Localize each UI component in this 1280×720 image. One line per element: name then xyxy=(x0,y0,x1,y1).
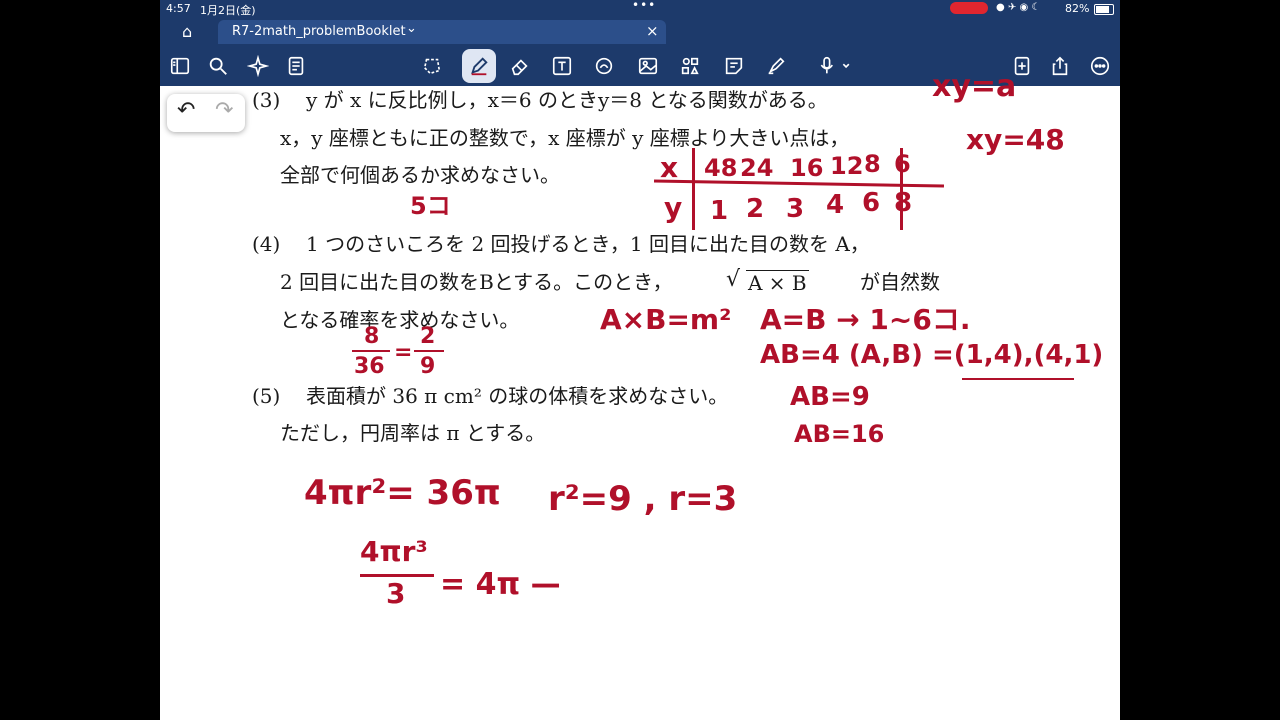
ipad-screen: 4:57 1月2日(金) ••• ● ✈ ◉ ☾ 82% ⌂ R7-2math_… xyxy=(160,0,1120,720)
redo-icon[interactable]: ↷ xyxy=(215,98,233,123)
table-y-value: 3 xyxy=(786,194,805,224)
table-vertical-line xyxy=(692,148,695,230)
problem4-line2a: 2 回目に出た目の数をBとする。このとき， xyxy=(280,270,673,294)
fraction-right-denominator: 9 xyxy=(420,354,436,379)
undo-icon[interactable]: ↶ xyxy=(177,98,195,123)
status-time: 4:57 xyxy=(166,2,191,15)
table-y-value: 4 xyxy=(826,190,845,220)
problem5-line2: ただし，円周率は π とする。 xyxy=(280,421,546,445)
search-icon[interactable] xyxy=(204,52,232,80)
tab-chevron-icon[interactable]: ⌄ xyxy=(406,21,417,36)
answer3: 5コ xyxy=(410,192,451,220)
more-icon[interactable] xyxy=(1086,52,1114,80)
problem4-line3: となる確率を求めなさい。 xyxy=(280,308,520,332)
document-tab-title: R7-2math_problemBooklet xyxy=(232,24,406,39)
table-x-value: 16 xyxy=(790,154,824,182)
multitask-dots-icon[interactable]: ••• xyxy=(632,0,656,12)
tab-close-icon[interactable]: × xyxy=(646,22,659,40)
status-date: 1月2日(金) xyxy=(200,4,256,17)
fraction-right-numerator: 2 xyxy=(420,324,436,349)
tab-bar: ⌂ R7-2math_problemBooklet ⌄ × xyxy=(160,18,1120,46)
elements-icon[interactable] xyxy=(676,52,704,80)
home-icon[interactable]: ⌂ xyxy=(182,22,192,41)
pen-icon[interactable] xyxy=(462,49,496,83)
volume-denominator: 3 xyxy=(386,577,406,610)
shapes-icon[interactable] xyxy=(590,52,618,80)
sticky-note-icon[interactable] xyxy=(720,52,748,80)
table-x-value: 12 xyxy=(830,152,864,180)
note-a-eq-b: A=B → 1~6コ. xyxy=(760,303,971,336)
screen-record-icon[interactable] xyxy=(950,2,988,14)
audio-icon[interactable] xyxy=(814,52,858,80)
document-icon[interactable] xyxy=(282,52,310,80)
problem3-line1: y が x に反比例し，x＝6 のときy＝8 となる関数がある。 xyxy=(306,88,828,112)
highlighter-icon[interactable] xyxy=(762,52,790,80)
document-tab[interactable]: R7-2math_problemBooklet ⌄ × xyxy=(218,20,666,44)
sparkle-icon[interactable] xyxy=(244,52,272,80)
table-y-value: 6 xyxy=(862,188,881,218)
note-ab4: AB=4 (A,B) =(1,4),(4,1) xyxy=(760,340,1104,370)
sqrt-symbol: √ xyxy=(726,267,741,292)
table-x-value: 24 xyxy=(740,154,774,182)
fraction-left-denominator: 36 xyxy=(354,354,385,379)
problem4-sqrt-content: A × B xyxy=(746,270,809,295)
fraction-left-bar xyxy=(352,350,390,352)
status-bar: 4:57 1月2日(金) ••• ● ✈ ◉ ☾ 82% xyxy=(160,0,1120,18)
undo-redo-panel: ↶ ↷ xyxy=(167,94,245,132)
note-ab16: AB=16 xyxy=(794,420,885,448)
lasso-icon[interactable] xyxy=(418,52,446,80)
problem4-line1: 1 つのさいころを 2 回投げるとき，1 回目に出た目の数を A， xyxy=(306,232,870,256)
underline-stroke xyxy=(962,378,1074,380)
problem5-number: (5) xyxy=(252,384,281,408)
text-icon[interactable] xyxy=(548,52,576,80)
battery-percent: 82% xyxy=(1065,2,1090,15)
sidebar-icon[interactable] xyxy=(166,52,194,80)
problem4-number: (4) xyxy=(252,232,281,256)
problem3-number: (3) xyxy=(252,88,281,112)
table-x-label: x xyxy=(660,151,679,184)
volume-numerator: 4πr³ xyxy=(360,535,428,568)
note-surface-equation: 4πr²= 36π xyxy=(304,473,501,513)
volume-rhs: = 4π — xyxy=(440,567,561,602)
table-y-value: 2 xyxy=(746,194,765,224)
fraction-equals: = xyxy=(394,340,413,365)
problem4-line2b: が自然数 xyxy=(860,270,940,294)
note-r-value: r²=9 , r=3 xyxy=(548,479,738,519)
table-y-value: 1 xyxy=(710,196,729,226)
battery-icon xyxy=(1094,4,1114,15)
eraser-icon[interactable] xyxy=(506,52,534,80)
problem3-line2: x，y 座標ともに正の整数で，x 座標が y 座標より大きい点は， xyxy=(280,126,850,150)
note-axb: A×B=m² xyxy=(600,303,732,336)
note-ab9: AB=9 xyxy=(790,382,870,412)
table-divider-line xyxy=(900,148,903,230)
table-x-value: 48 xyxy=(704,154,738,182)
table-y-label: y xyxy=(664,191,683,224)
status-icons: ● ✈ ◉ ☾ xyxy=(996,2,1041,13)
share-icon[interactable] xyxy=(1046,52,1074,80)
document-page[interactable]: (3) y が x に反比例し，x＝6 のときy＝8 となる関数がある。 x，y… xyxy=(160,72,1120,720)
table-x-value: 8 xyxy=(864,150,881,178)
problem3-line3: 全部で何個あるか求めなさい。 xyxy=(280,163,560,187)
image-icon[interactable] xyxy=(634,52,662,80)
fraction-right-bar xyxy=(414,350,444,352)
note-xy-48: xy=48 xyxy=(966,123,1065,156)
note-xy-a: xy=a xyxy=(932,69,1017,104)
problem5-line1: 表面積が 36 π cm² の球の体積を求めなさい。 xyxy=(306,384,729,408)
table-y-value: 8 xyxy=(894,188,913,218)
fraction-left-numerator: 8 xyxy=(364,324,380,349)
